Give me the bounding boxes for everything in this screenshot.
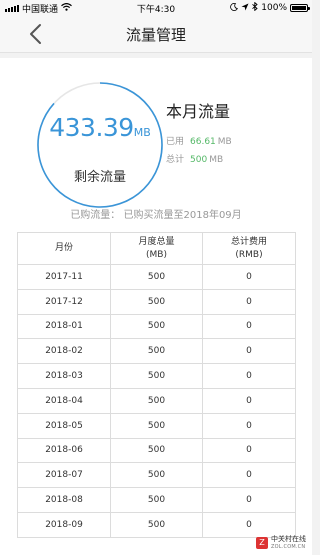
- purchased-info: 已购流量： 已购买流量至2018年09月: [70, 210, 242, 221]
- watermark: Z 中关村在线 ZOL.COM.CN: [256, 535, 306, 551]
- table-row: 2018-06 500 0: [17, 437, 296, 464]
- table-row: 2018-07 500 0: [17, 462, 296, 489]
- cell-month: 2018-09: [17, 511, 111, 538]
- cell-monthly-total: 500: [110, 487, 203, 513]
- cell-total-cost: 0: [202, 412, 296, 439]
- table-row: 2018-09 500 0: [17, 511, 296, 538]
- header-total-cost: 总计费用 (RMB): [202, 232, 296, 265]
- remaining-ring: 433.39MB 剩余流量: [36, 81, 164, 209]
- table-row: 2018-02 500 0: [17, 338, 296, 365]
- header-cost-unit: (RMB): [235, 249, 263, 260]
- table-row: 2018-08 500 0: [17, 487, 296, 513]
- total-stat: 总计 500 MB: [166, 152, 223, 165]
- remaining-unit: MB: [133, 126, 151, 139]
- cell-monthly-total: 500: [110, 437, 203, 464]
- battery-percent: 100%: [261, 3, 287, 13]
- cell-month: 2018-04: [17, 387, 111, 414]
- cell-total-cost: 0: [202, 363, 296, 389]
- content-card: 433.39MB 剩余流量 本月流量 已用 66.61 MB 总计 500 MB 已购流…: [0, 58, 312, 555]
- page-title: 流量管理: [125, 25, 186, 44]
- cell-monthly-total: 500: [110, 363, 203, 389]
- cell-month: 2018-07: [17, 462, 111, 489]
- cell-total-cost: 0: [202, 387, 296, 414]
- cell-month: 2018-03: [17, 363, 111, 389]
- chevron-left-icon: [30, 24, 41, 44]
- carrier-label: 中国联通: [22, 4, 59, 15]
- wifi-icon: [61, 2, 72, 14]
- table-row: 2018-01 500 0: [17, 313, 296, 340]
- total-label: 总计: [166, 155, 185, 165]
- table-body: 2017-11 500 0 2017-12 500 0 2018-01 500 0 2018-02…: [17, 264, 296, 538]
- status-right: 100%: [230, 1, 312, 14]
- monthly-flow-table: 月份 月度总量 (MB) 总计费用 (RMB) 2017-11 500 0 2017-12…: [17, 232, 296, 538]
- status-bar: 中国联通 下午4:30 100%: [0, 0, 312, 16]
- status-left: 中国联通: [0, 2, 72, 15]
- cell-monthly-total: 500: [110, 511, 203, 538]
- cell-monthly-total: 500: [110, 288, 203, 315]
- cell-monthly-total: 500: [110, 462, 203, 489]
- table-row: 2018-05 500 0: [17, 412, 296, 439]
- battery-icon: [290, 4, 310, 12]
- cell-monthly-total: 500: [110, 264, 203, 290]
- cell-total-cost: 0: [202, 487, 296, 513]
- cell-month: 2017-12: [17, 288, 111, 315]
- header-total-unit: (MB): [146, 249, 167, 260]
- watermark-text: 中关村在线 ZOL.COM.CN: [271, 535, 306, 551]
- cell-month: 2018-08: [17, 487, 111, 513]
- cell-monthly-total: 500: [110, 387, 203, 414]
- used-stat: 已用 66.61 MB: [166, 134, 232, 147]
- used-unit: MB: [217, 137, 232, 147]
- remaining-value: 433.39: [49, 113, 134, 142]
- table-row: 2018-04 500 0: [17, 387, 296, 414]
- cell-month: 2017-11: [17, 264, 111, 290]
- table-row: 2017-11 500 0: [17, 264, 296, 290]
- cell-month: 2018-01: [17, 313, 111, 340]
- header-cost-label: 总计费用: [230, 236, 267, 247]
- signal-icon: [5, 4, 19, 12]
- month-flow-title: 本月流量: [166, 102, 231, 121]
- cell-monthly-total: 500: [110, 412, 203, 439]
- table-row: 2017-12 500 0: [17, 288, 296, 315]
- cell-month: 2018-02: [17, 338, 111, 365]
- cell-total-cost: 0: [202, 338, 296, 365]
- cell-month: 2018-05: [17, 412, 111, 439]
- remaining-label: 剩余流量: [73, 170, 126, 185]
- cell-total-cost: 0: [202, 462, 296, 489]
- total-unit: MB: [209, 155, 224, 165]
- used-value: 66.61: [190, 137, 216, 147]
- cell-total-cost: 0: [202, 437, 296, 464]
- cell-month: 2018-06: [17, 437, 111, 464]
- zol-logo: Z: [256, 537, 268, 549]
- navigation-bar: 流量管理: [0, 16, 312, 53]
- watermark-en: ZOL.COM.CN: [271, 544, 306, 550]
- battery-fill: [292, 6, 306, 10]
- cell-monthly-total: 500: [110, 313, 203, 340]
- cell-monthly-total: 500: [110, 338, 203, 365]
- bluetooth-icon: [252, 1, 258, 14]
- table-header-row: 月份 月度总量 (MB) 总计费用 (RMB): [17, 232, 296, 265]
- header-total-label: 月度总量: [138, 236, 175, 247]
- table-row: 2018-03 500 0: [17, 363, 296, 389]
- total-value: 500: [190, 155, 208, 165]
- header-month: 月份: [17, 232, 111, 265]
- cell-total-cost: 0: [202, 288, 296, 315]
- header-month-label: 月份: [54, 243, 73, 253]
- location-arrow-icon: [241, 3, 249, 14]
- cell-total-cost: 0: [202, 511, 296, 538]
- remaining-value-wrap: 433.39MB: [36, 113, 164, 142]
- cell-total-cost: 0: [202, 264, 296, 290]
- header-monthly-total: 月度总量 (MB): [110, 232, 203, 265]
- cell-total-cost: 0: [202, 313, 296, 340]
- back-button[interactable]: [26, 22, 46, 46]
- moon-icon: [230, 2, 239, 14]
- watermark-cn: 中关村在线: [271, 535, 306, 543]
- used-label: 已用: [166, 137, 185, 147]
